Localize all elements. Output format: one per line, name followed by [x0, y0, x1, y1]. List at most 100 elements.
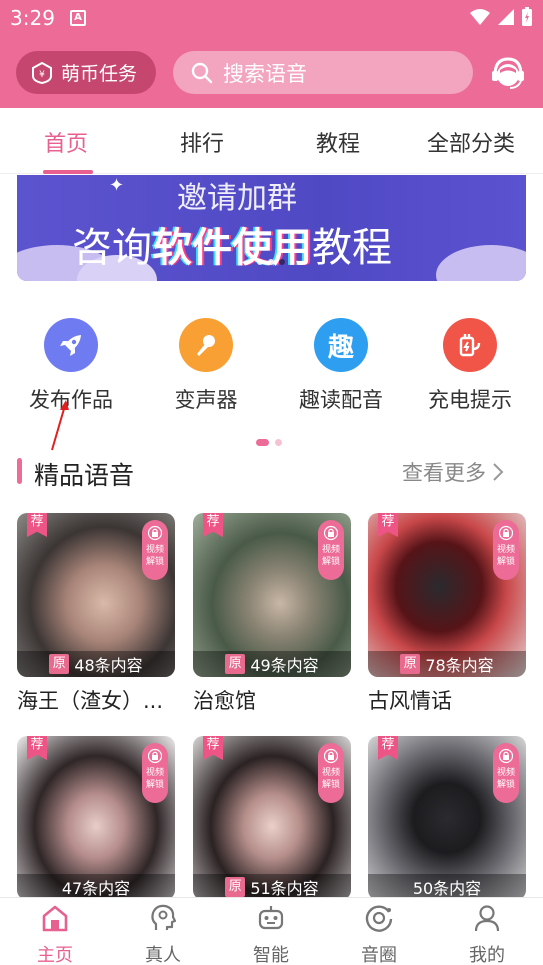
search-input[interactable]: 搜索语音 [173, 51, 473, 94]
nav-home[interactable]: 主页 [15, 902, 95, 965]
voice-card[interactable]: 荐 视频 解锁 原 49条内容 治愈馆 [193, 513, 351, 715]
card-title: 海王（渣女）... [17, 689, 164, 713]
rocket-icon [44, 318, 98, 372]
fun-read-icon: 趣 [314, 318, 368, 372]
video-unlock-badge: 视频 解锁 [493, 743, 519, 803]
sparkle-icon: ✦ [109, 175, 125, 196]
see-more-label: 查看更多 [402, 461, 486, 485]
nav-smart[interactable]: 智能 [231, 902, 311, 965]
content-count: 48条内容 [74, 656, 143, 675]
voice-card[interactable]: 荐 视频 解锁 原 48条内容 海王（渣女）... [17, 513, 175, 715]
search-placeholder: 搜索语音 [223, 61, 307, 86]
home-icon [42, 905, 68, 932]
tab-active-indicator [43, 170, 93, 174]
recommend-tag: 荐 [27, 513, 47, 537]
section-title: 精品语音 [34, 461, 135, 490]
battery-icon [522, 7, 532, 26]
lock-icon [324, 748, 338, 764]
function-pagination [256, 439, 282, 446]
banner-suffix: 教程 [312, 225, 392, 271]
card-cover-image: 荐 视频 解锁 原 51条内容 [193, 736, 351, 900]
nav-profile[interactable]: 我的 [447, 902, 527, 965]
tab-ranking[interactable]: 排行 [180, 126, 224, 158]
charging-alert-button[interactable]: 充电提示 [410, 318, 530, 414]
banner-prefix: 咨询 [72, 225, 152, 271]
video-unlock-badge: 视频 解锁 [318, 520, 344, 580]
nav-smart-label: 智能 [253, 945, 289, 965]
card-title: 治愈馆 [193, 689, 256, 713]
section-accent-bar [17, 458, 22, 484]
card-cover-image: 荐 视频 解锁 原 78条内容 [368, 513, 526, 677]
video-unlock-badge: 视频 解锁 [493, 520, 519, 580]
voice-card[interactable]: 荐 视频 解锁 50条内容 [368, 736, 526, 900]
status-icons [469, 7, 533, 27]
tab-tutorial[interactable]: 教程 [316, 126, 360, 158]
chevron-right-icon [493, 463, 504, 481]
card-title: 古风情话 [368, 689, 452, 713]
content-count-bar: 原 78条内容 [368, 651, 526, 677]
promo-banner[interactable]: ✦ 邀请加群 咨询软件使用教程 [17, 175, 526, 281]
banner-dot [279, 259, 285, 265]
annotation-arrow-icon [51, 400, 69, 451]
video-unlock-badge: 视频 解锁 [142, 743, 168, 803]
customer-service-icon [492, 57, 524, 89]
recommend-tag: 荐 [27, 736, 47, 760]
banner-dot [268, 259, 274, 265]
lock-icon [499, 748, 513, 764]
status-time: 3:29 [10, 6, 55, 30]
content-count: 51条内容 [250, 879, 319, 898]
page-dot [275, 439, 282, 446]
card-cover-image: 荐 视频 解锁 47条内容 [17, 736, 175, 900]
search-icon [191, 62, 213, 83]
lock-text: 视频 解锁 [321, 545, 340, 567]
banner-subheading: 咨询软件使用教程 [72, 215, 392, 273]
content-count-bar: 原 48条内容 [17, 651, 175, 677]
voice-changer-label: 变声器 [174, 388, 238, 412]
card-cover-image: 荐 视频 解锁 50条内容 [368, 736, 526, 900]
lock-text: 视频 解锁 [496, 545, 515, 567]
lock-icon [148, 525, 162, 541]
banner-heading: 邀请加群 [177, 181, 297, 216]
content-count: 49条内容 [250, 656, 319, 675]
tab-home[interactable]: 首页 [44, 126, 88, 158]
voice-card[interactable]: 荐 视频 解锁 原 51条内容 [193, 736, 351, 900]
banner-pagination [257, 259, 285, 265]
video-unlock-badge: 视频 解锁 [142, 520, 168, 580]
nav-profile-label: 我的 [469, 945, 505, 965]
sound-circle-icon [365, 905, 393, 932]
category-tabs: 首页 排行 教程 全部分类 [0, 108, 543, 174]
card-cover-image: 荐 视频 解锁 原 48条内容 [17, 513, 175, 677]
fun-dubbing-button[interactable]: 趣 趣读配音 [281, 318, 401, 414]
fun-read-glyph: 趣 [327, 332, 354, 363]
content-count: 47条内容 [61, 879, 131, 898]
lock-icon [324, 525, 338, 541]
microphone-icon [179, 318, 233, 372]
original-tag: 原 [49, 654, 70, 674]
coin-task-button[interactable]: ¥ 萌币任务 [16, 51, 156, 94]
voice-card[interactable]: 荐 视频 解锁 47条内容 [17, 736, 175, 900]
page-dot-active [256, 439, 269, 446]
robot-icon [258, 906, 284, 930]
nav-sound-circle[interactable]: 音圈 [339, 902, 419, 965]
tab-all-categories[interactable]: 全部分类 [427, 126, 515, 158]
coin-task-label: 萌币任务 [61, 63, 138, 85]
nav-sound-circle-label: 音圈 [361, 945, 397, 965]
voice-changer-button[interactable]: 变声器 [146, 318, 266, 414]
charging-alert-label: 充电提示 [428, 388, 512, 412]
see-more-link[interactable]: 查看更多 [402, 457, 504, 487]
signal-icon [498, 9, 514, 25]
app-header: 3:29 A ¥ 萌币任务 搜索语音 [0, 0, 543, 108]
banner-highlight: 软件使用 [152, 225, 312, 271]
lock-text: 视频 解锁 [321, 768, 340, 790]
fun-dubbing-label: 趣读配音 [299, 388, 383, 412]
nav-real-person[interactable]: 真人 [123, 902, 203, 965]
original-tag: 原 [225, 654, 246, 674]
content-count-bar: 原 49条内容 [193, 651, 351, 677]
voice-card[interactable]: 荐 视频 解锁 原 78条内容 古风情话 [368, 513, 526, 715]
coin-badge-icon: ¥ [32, 61, 52, 84]
lock-text: 视频 解锁 [145, 768, 164, 790]
lock-text: 视频 解锁 [145, 545, 164, 567]
customer-service-button[interactable] [488, 53, 528, 93]
status-bar: 3:29 A [0, 0, 543, 36]
recommend-tag: 荐 [378, 513, 398, 537]
